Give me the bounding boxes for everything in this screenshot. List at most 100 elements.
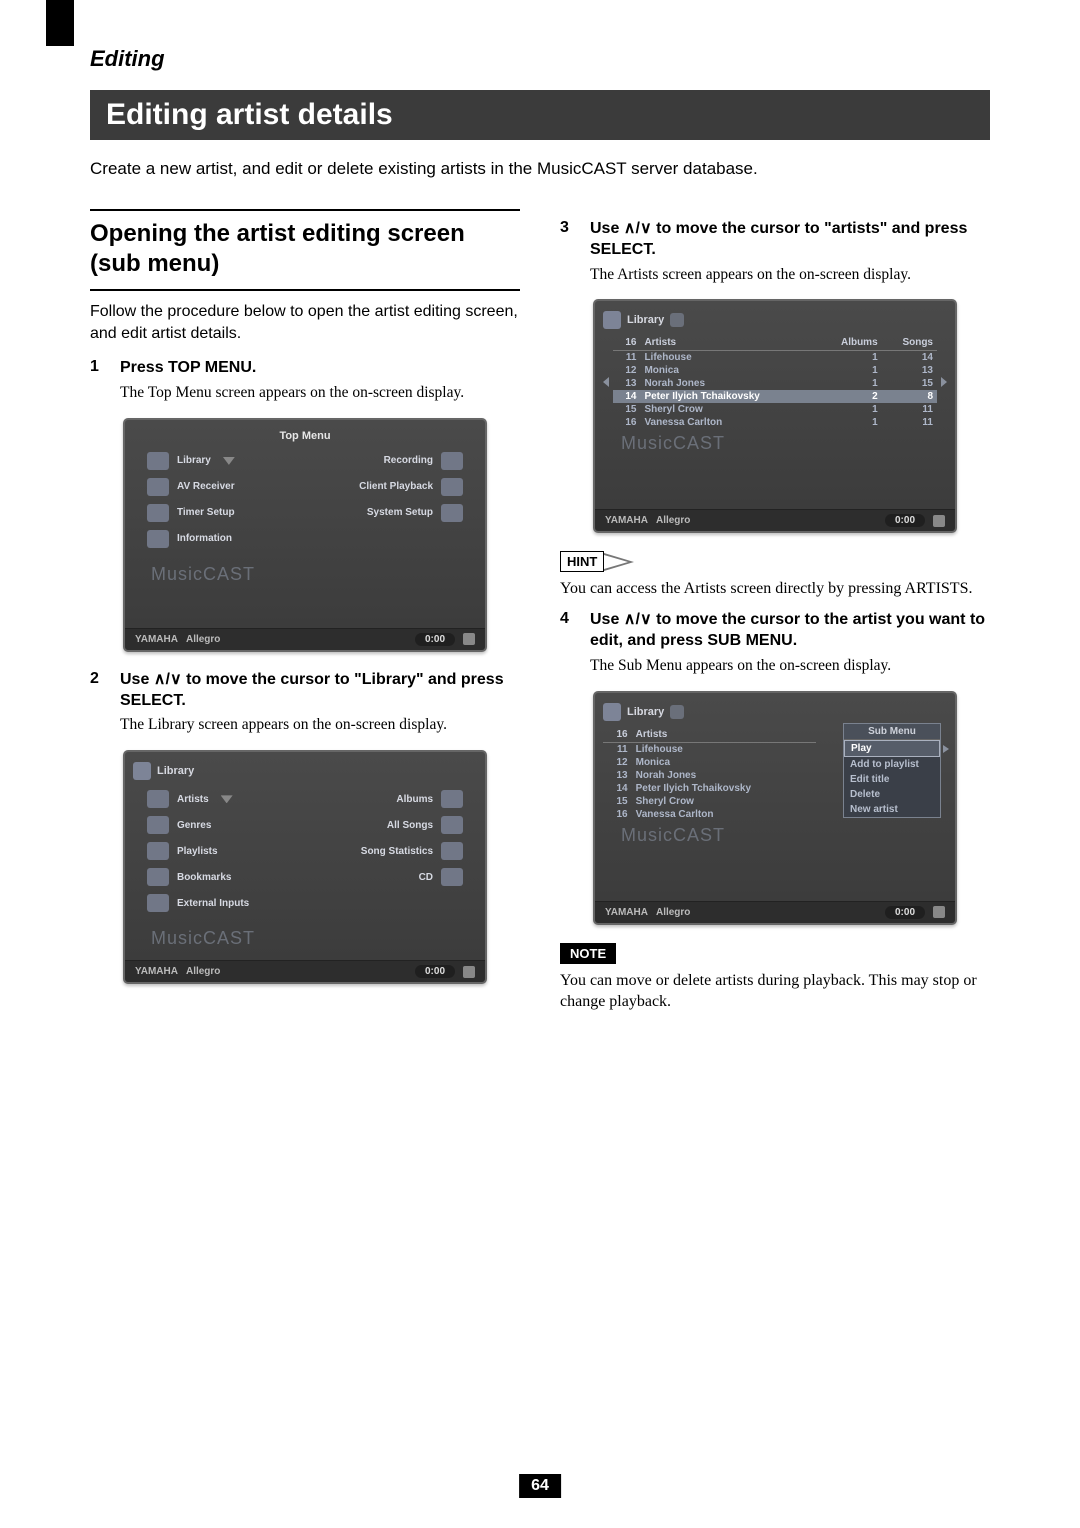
track-label: Allegro <box>186 966 220 977</box>
hint-badge: HINT <box>560 551 634 572</box>
menu-left-col: Artists Genres Playlists Bookmarks Exter… <box>147 790 296 912</box>
hint-block: HINT You can access the Artists screen d… <box>560 551 990 600</box>
receiver-icon <box>147 478 169 496</box>
library-icon <box>133 762 151 780</box>
section-label: Editing <box>90 46 990 72</box>
hint-label: HINT <box>560 551 604 572</box>
col-artists: Artists <box>632 727 817 743</box>
submenu-item: Edit title <box>844 772 940 787</box>
hint-text: You can access the Artists screen direct… <box>560 578 990 600</box>
hint-arrow-icon <box>604 553 634 571</box>
step-3: 3 Use ∧/∨ to move the cursor to "artists… <box>560 219 990 286</box>
page-number: 64 <box>519 1474 561 1498</box>
speaker-icon <box>463 633 475 645</box>
procedure-intro: Follow the procedure below to open the a… <box>90 301 520 344</box>
menu-item-label: External Inputs <box>177 898 249 909</box>
selector-icon <box>221 795 233 803</box>
step-number: 3 <box>560 219 578 237</box>
menu-item-label: Recording <box>384 455 433 466</box>
arrow-keys-icon: ∧/∨ <box>624 611 652 628</box>
time-label: 0:00 <box>885 906 925 919</box>
menu-item-label: Genres <box>177 820 211 831</box>
external-icon <box>147 894 169 912</box>
status-bar: YAMAHA Allegro 0:00 <box>125 628 485 650</box>
two-column-layout: Opening the artist editing screen (sub m… <box>90 209 990 1019</box>
submenu-popup: Sub Menu PlayAdd to playlistEdit titleDe… <box>843 723 941 818</box>
artists-crumb-icon <box>670 705 684 719</box>
setup-icon <box>441 504 463 522</box>
step-title-pre: Use <box>590 611 624 628</box>
playlists-icon <box>147 842 169 860</box>
recording-icon <box>441 452 463 470</box>
genres-icon <box>147 816 169 834</box>
menu-item-label: AV Receiver <box>177 481 235 492</box>
table-row: 15Sheryl Crow111 <box>613 403 937 416</box>
step-number: 2 <box>90 670 108 688</box>
submenu-title: Sub Menu <box>844 724 940 740</box>
page-title: Editing artist details <box>90 90 990 140</box>
submenu-item: Add to playlist <box>844 757 940 772</box>
col-albums: Albums <box>818 335 882 351</box>
note-block: NOTE You can move or delete artists duri… <box>560 943 990 1013</box>
menu-item-label: CD <box>419 872 433 883</box>
sub-heading: Opening the artist editing screen (sub m… <box>90 219 520 279</box>
step-title-pre: Use <box>590 220 624 237</box>
breadcrumb: Library <box>133 762 477 780</box>
screenshot-submenu: Library 16 Artists 11Lifehouse12Monica13… <box>593 691 957 925</box>
step-title: Use ∧/∨ to move the cursor to "artists" … <box>590 219 990 261</box>
step-number: 4 <box>560 610 578 628</box>
intro-text: Create a new artist, and edit or delete … <box>90 158 990 181</box>
crumb-label: Library <box>157 765 194 777</box>
library-icon <box>147 452 169 470</box>
menu-item-label: Bookmarks <box>177 872 231 883</box>
screen-title: Top Menu <box>133 430 477 442</box>
speaker-icon <box>463 966 475 978</box>
timer-icon <box>147 504 169 522</box>
brand-label: YAMAHA <box>135 634 178 645</box>
menu-item-label: All Songs <box>387 820 433 831</box>
table-row: 15Sheryl Crow <box>603 795 816 808</box>
time-label: 0:00 <box>885 514 925 527</box>
artist-count: 16 <box>603 727 632 743</box>
step-title: Press TOP MENU. <box>120 358 256 379</box>
note-badge: NOTE <box>560 943 616 964</box>
step-title: Use ∧/∨ to move the cursor to the artist… <box>590 610 990 652</box>
menu-item-label: Artists <box>177 794 209 805</box>
time-label: 0:00 <box>415 633 455 646</box>
client-icon <box>441 478 463 496</box>
menu-right-col: Albums All Songs Song Statistics CD <box>314 790 463 912</box>
step-number: 1 <box>90 358 108 376</box>
menu-left-col: Library AV Receiver Timer Setup Informat… <box>147 452 296 548</box>
artist-count: 16 <box>613 335 640 351</box>
submenu-item: Delete <box>844 787 940 802</box>
artists-crumb-icon <box>670 313 684 327</box>
col-songs: Songs <box>882 335 937 351</box>
note-text: You can move or delete artists during pl… <box>560 970 990 1013</box>
table-row: 14Peter Ilyich Tchaikovsky <box>603 782 816 795</box>
arrow-keys-icon: ∧/∨ <box>154 671 182 688</box>
rule-bottom <box>90 289 520 291</box>
track-label: Allegro <box>656 907 690 918</box>
right-column: 3 Use ∧/∨ to move the cursor to "artists… <box>560 209 990 1019</box>
selector-icon <box>223 457 235 465</box>
menu-item-label: Client Playback <box>359 481 433 492</box>
menu-item-label: Library <box>177 455 211 466</box>
step-body: The Sub Menu appears on the on-screen di… <box>590 656 990 677</box>
status-bar: YAMAHA Allegro 0:00 <box>125 960 485 982</box>
screenshot-top-menu: Top Menu Library AV Receiver Timer Setup… <box>123 418 487 652</box>
table-row: 16Vanessa Carlton <box>603 808 816 821</box>
manual-page: Editing Editing artist details Create a … <box>0 0 1080 1528</box>
artists-icon <box>147 790 169 808</box>
table-row: 16Vanessa Carlton111 <box>613 416 937 429</box>
artists-table: 16 Artists Albums Songs 11Lifehouse11412… <box>613 335 937 429</box>
crumb-label: Library <box>627 314 664 326</box>
rule-top <box>90 209 520 211</box>
submenu-item: New artist <box>844 802 940 817</box>
artists-table-bg: 16 Artists 11Lifehouse12Monica13Norah Jo… <box>603 727 816 821</box>
cd-icon <box>441 868 463 886</box>
crumb-label: Library <box>627 706 664 718</box>
col-artists: Artists <box>640 335 817 351</box>
albums-icon <box>441 790 463 808</box>
step-body: The Top Menu screen appears on the on-sc… <box>120 383 520 404</box>
status-bar: YAMAHA Allegro 0:00 <box>595 509 955 531</box>
